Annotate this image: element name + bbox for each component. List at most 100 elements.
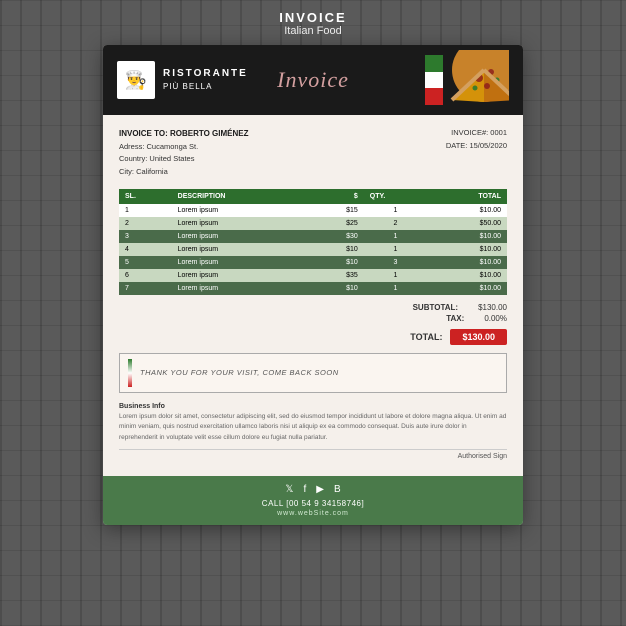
- cell-total: $10.00: [427, 269, 507, 282]
- table-row: 6 Lorem ipsum $35 1 $10.00: [119, 269, 507, 282]
- business-info-label: Business Info: [119, 401, 507, 412]
- table-row: 5 Lorem ipsum $10 3 $10.00: [119, 256, 507, 269]
- pizza-image: [439, 50, 509, 110]
- cell-qty: 1: [364, 204, 427, 217]
- cell-sl: 3: [119, 230, 172, 243]
- card-header: 👨‍🍳 RISTORANTE PIÙ BELLA Invoice: [103, 45, 523, 115]
- cell-qty: 1: [364, 243, 427, 256]
- flag-bar: [128, 359, 132, 387]
- cell-price: $30: [309, 230, 363, 243]
- call-number: [00 54 9 34158746]: [286, 499, 364, 508]
- cell-desc: Lorem ipsum: [172, 204, 310, 217]
- logo-area: 👨‍🍳 RISTORANTE PIÙ BELLA: [117, 61, 248, 99]
- cell-desc: Lorem ipsum: [172, 269, 310, 282]
- restaurant-name: RISTORANTE PIÙ BELLA: [163, 67, 248, 92]
- thankyou-text: THANK YOU FOR YOUR VISIT, COME BACK SOON: [140, 368, 339, 377]
- cell-price: $10: [309, 243, 363, 256]
- col-desc: DESCRIPTION: [172, 189, 310, 204]
- billing-address: Adress: Cucamonga St.: [119, 141, 249, 154]
- cell-sl: 2: [119, 217, 172, 230]
- cell-price: $10: [309, 256, 363, 269]
- cell-sl: 7: [119, 282, 172, 295]
- table-body: 1 Lorem ipsum $15 1 $10.00 2 Lorem ipsum…: [119, 204, 507, 295]
- cell-price: $15: [309, 204, 363, 217]
- cell-desc: Lorem ipsum: [172, 230, 310, 243]
- total-amount: $130.00: [450, 329, 507, 345]
- bill-to: INVOICE TO: ROBERTO GIMÉNEZ: [119, 127, 249, 141]
- table-row: 4 Lorem ipsum $10 1 $10.00: [119, 243, 507, 256]
- cell-sl: 6: [119, 269, 172, 282]
- cell-total: $10.00: [427, 243, 507, 256]
- cell-price: $35: [309, 269, 363, 282]
- col-price: $: [309, 189, 363, 204]
- cell-total: $10.00: [427, 282, 507, 295]
- invoice-number: INVOICE#: 0001: [446, 127, 507, 140]
- page-header: INVOICE Italian Food: [279, 10, 346, 37]
- cell-sl: 4: [119, 243, 172, 256]
- footer-website: www.webSite.com: [119, 510, 507, 517]
- card-footer: 𝕏 f ▶ B CALL [00 54 9 34158746] www.webS…: [103, 476, 523, 525]
- cell-qty: 1: [364, 282, 427, 295]
- youtube-icon[interactable]: ▶: [316, 484, 324, 495]
- business-info: Business Info Lorem ipsum dolor sit amet…: [119, 401, 507, 443]
- cell-sl: 5: [119, 256, 172, 269]
- invoice-script-title: Invoice: [277, 67, 349, 93]
- cell-desc: Lorem ipsum: [172, 243, 310, 256]
- table-row: 1 Lorem ipsum $15 1 $10.00: [119, 204, 507, 217]
- table-header-row: SL. DESCRIPTION $ QTY. TOTAL: [119, 189, 507, 204]
- cell-total: $10.00: [427, 230, 507, 243]
- cell-price: $10: [309, 282, 363, 295]
- facebook-icon[interactable]: f: [303, 484, 306, 495]
- table-row: 2 Lorem ipsum $25 2 $50.00: [119, 217, 507, 230]
- twitter-icon[interactable]: 𝕏: [285, 484, 293, 495]
- cell-qty: 2: [364, 217, 427, 230]
- cell-desc: Lorem ipsum: [172, 282, 310, 295]
- cell-total: $10.00: [427, 204, 507, 217]
- billing-country: Country: United States: [119, 153, 249, 166]
- auth-label: Authorised Sign: [458, 453, 507, 460]
- table-head: SL. DESCRIPTION $ QTY. TOTAL: [119, 189, 507, 204]
- page-title: INVOICE: [279, 10, 346, 25]
- billing-row: INVOICE TO: ROBERTO GIMÉNEZ Adress: Cuca…: [119, 127, 507, 179]
- cell-qty: 1: [364, 230, 427, 243]
- totals-section: SUBTOTAL: $130.00 TAX: 0.00% TOTAL: $130…: [119, 303, 507, 345]
- cell-total: $10.00: [427, 256, 507, 269]
- billing-right: INVOICE#: 0001 DATE: 15/05/2020: [446, 127, 507, 179]
- thankyou-row: THANK YOU FOR YOUR VISIT, COME BACK SOON: [119, 353, 507, 393]
- subtotal-label: SUBTOTAL:: [398, 303, 458, 312]
- footer-call: CALL [00 54 9 34158746]: [119, 499, 507, 508]
- cell-sl: 1: [119, 204, 172, 217]
- tax-value: 0.00%: [484, 314, 507, 323]
- logo-box: 👨‍🍳: [117, 61, 155, 99]
- cell-price: $25: [309, 217, 363, 230]
- card-body: INVOICE TO: ROBERTO GIMÉNEZ Adress: Cuca…: [103, 115, 523, 476]
- col-sl: SL.: [119, 189, 172, 204]
- page-subtitle: Italian Food: [279, 25, 346, 37]
- invoice-card: 👨‍🍳 RISTORANTE PIÙ BELLA Invoice: [103, 45, 523, 525]
- invoice-table: SL. DESCRIPTION $ QTY. TOTAL 1 Lorem ips…: [119, 189, 507, 295]
- cell-desc: Lorem ipsum: [172, 256, 310, 269]
- blog-icon[interactable]: B: [334, 484, 341, 495]
- call-label: CALL: [262, 499, 284, 508]
- subtotal-value: $130.00: [478, 303, 507, 312]
- pizza-svg: [439, 50, 509, 110]
- cell-desc: Lorem ipsum: [172, 217, 310, 230]
- subtotal-row: SUBTOTAL: $130.00: [398, 303, 507, 312]
- business-info-text: Lorem ipsum dolor sit amet, consectetur …: [119, 412, 507, 443]
- col-total: TOTAL: [427, 189, 507, 204]
- cell-qty: 1: [364, 269, 427, 282]
- social-icons: 𝕏 f ▶ B: [119, 484, 507, 495]
- table-row: 3 Lorem ipsum $30 1 $10.00: [119, 230, 507, 243]
- total-final-row: TOTAL: $130.00: [410, 329, 507, 345]
- invoice-date: DATE: 15/05/2020: [446, 140, 507, 153]
- table-row: 7 Lorem ipsum $10 1 $10.00: [119, 282, 507, 295]
- tax-row: TAX: 0.00%: [404, 314, 507, 323]
- billing-city: City: California: [119, 166, 249, 179]
- total-label: TOTAL:: [410, 332, 442, 342]
- cell-total: $50.00: [427, 217, 507, 230]
- auth-line: Authorised Sign: [119, 449, 507, 460]
- billing-left: INVOICE TO: ROBERTO GIMÉNEZ Adress: Cuca…: [119, 127, 249, 179]
- col-qty: QTY.: [364, 189, 427, 204]
- tax-label: TAX:: [404, 314, 464, 323]
- cell-qty: 3: [364, 256, 427, 269]
